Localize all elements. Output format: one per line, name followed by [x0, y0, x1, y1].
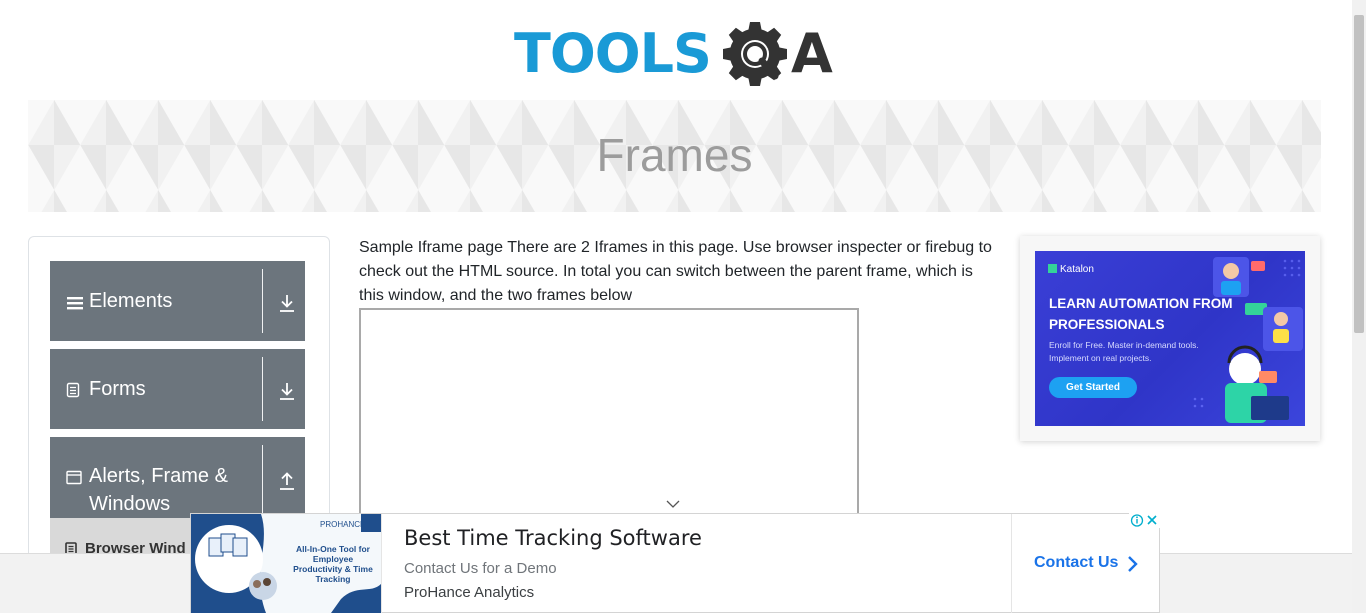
- sidebar-group-label-line1: Alerts, Frame &: [89, 465, 228, 487]
- ad-advertiser: ProHance Analytics: [404, 584, 535, 601]
- arrow-up-icon[interactable]: [278, 471, 296, 491]
- scrollbar-thumb[interactable]: [1354, 15, 1364, 333]
- sidebar-group-label: Elements: [89, 290, 173, 312]
- ad-subtitle: Contact Us for a Demo: [404, 560, 557, 577]
- sidebar-group-label: Forms: [89, 378, 146, 400]
- katalon-logo-icon: [1048, 264, 1057, 273]
- page-banner: Frames: [28, 100, 1321, 212]
- logo-suffix: A: [791, 22, 833, 85]
- sidebar-group-alerts-frame-windows[interactable]: Alerts, Frame & Windows: [50, 437, 305, 518]
- arrow-down-icon[interactable]: [278, 293, 296, 313]
- logo-text: TOOLS: [514, 22, 712, 85]
- chevron-right-icon[interactable]: [1126, 555, 1138, 573]
- adchoices-icon[interactable]: [1129, 513, 1160, 528]
- page-scrollbar[interactable]: [1352, 0, 1366, 613]
- get-started-button[interactable]: Get Started: [1049, 377, 1137, 398]
- contact-us-button[interactable]: Contact Us: [1034, 554, 1118, 572]
- hamburger-icon: [67, 297, 83, 310]
- divider: [1011, 514, 1012, 613]
- toolsqa-logo[interactable]: TOOLS A: [514, 18, 838, 90]
- divider: [262, 269, 263, 333]
- ad-image[interactable]: PROHANCE All-In-One Tool for Employee Pr…: [191, 514, 382, 613]
- sidebar-group-label-line2: Windows: [89, 493, 171, 515]
- window-icon: [66, 470, 82, 485]
- page: TOOLS A Frames Elements Forms Alerts, Fr…: [0, 0, 1366, 613]
- side-ad-container: Katalon LEARN AUTOMATION FROM PROFESSION…: [1020, 236, 1320, 441]
- bottom-banner-ad[interactable]: PROHANCE All-In-One Tool for Employee Pr…: [190, 513, 1160, 613]
- page-title: Frames: [596, 129, 753, 181]
- ad-illustration: [1193, 257, 1303, 423]
- ad-brand-name: Katalon: [1060, 264, 1094, 275]
- sidebar-group-forms[interactable]: Forms: [50, 349, 305, 429]
- divider: [262, 357, 263, 421]
- ad-title[interactable]: Best Time Tracking Software: [404, 526, 702, 550]
- sidebar-group-elements[interactable]: Elements: [50, 261, 305, 341]
- ad-brand: Katalon: [1048, 264, 1094, 275]
- arrow-down-icon[interactable]: [278, 381, 296, 401]
- ad-image-brand: PROHANCE: [320, 520, 366, 529]
- divider: [262, 445, 263, 518]
- ad-image-caption: All-In-One Tool for Employee Productivit…: [293, 544, 373, 584]
- katalon-ad[interactable]: Katalon LEARN AUTOMATION FROM PROFESSION…: [1035, 251, 1305, 426]
- document-icon: [66, 382, 80, 398]
- gear-magnifier-icon: [723, 22, 787, 86]
- frame-description: Sample Iframe page There are 2 Iframes i…: [359, 239, 992, 304]
- iframe-frame1[interactable]: [359, 308, 859, 518]
- chevron-down-icon[interactable]: [666, 499, 680, 509]
